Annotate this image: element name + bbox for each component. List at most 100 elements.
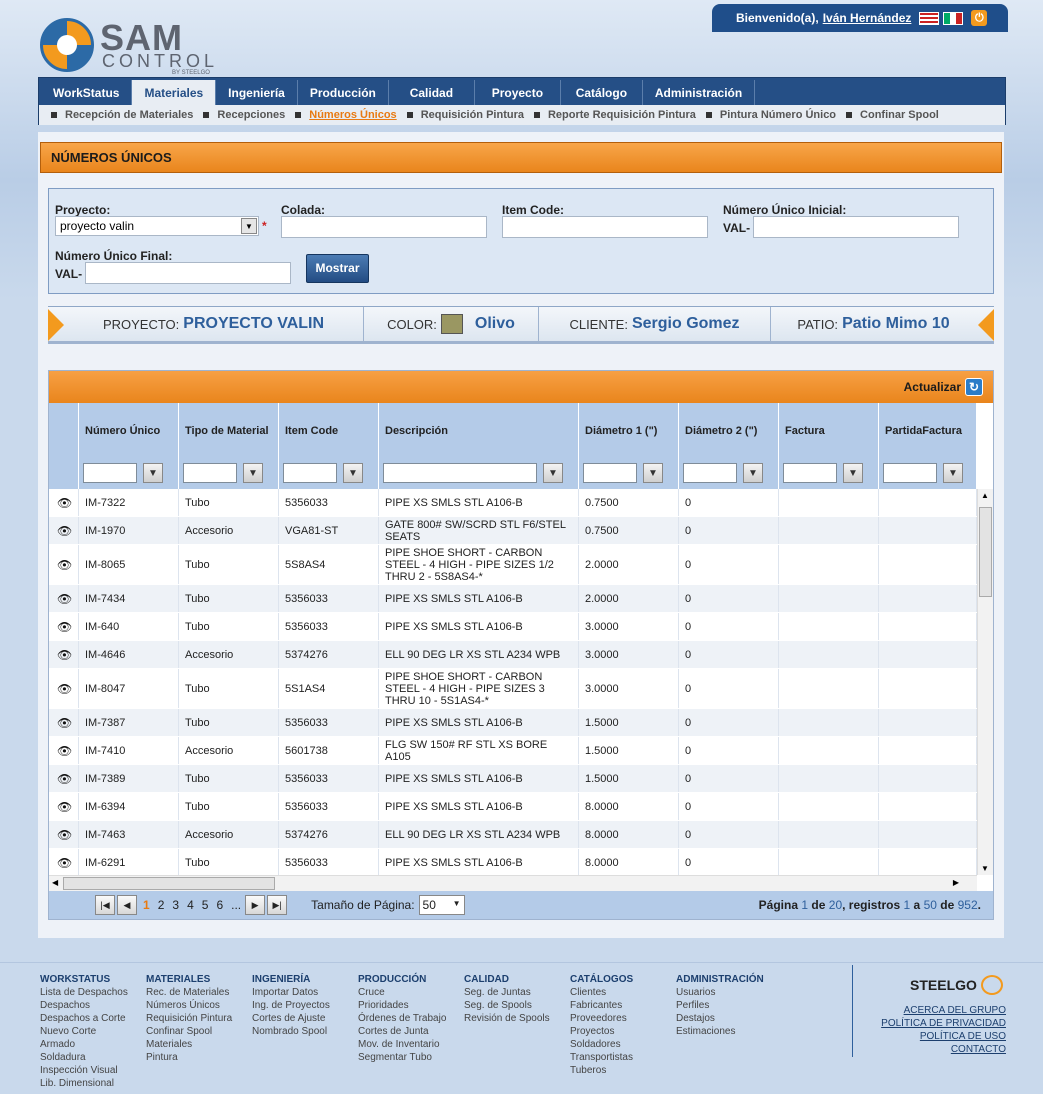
horizontal-scrollbar[interactable]: ◀ ▶ (49, 875, 977, 891)
view-eye-icon[interactable]: 👁 (49, 517, 79, 544)
view-eye-icon[interactable]: 👁 (49, 793, 79, 820)
header-label[interactable]: Tipo de Material (185, 417, 275, 445)
footer-link[interactable]: Segmentar Tubo (358, 1051, 446, 1064)
table-row[interactable]: 👁 IM-7387 Tubo 5356033 PIPE XS SMLS STL A106… (49, 709, 977, 737)
table-row[interactable]: 👁 IM-640 Tubo 5356033 PIPE XS SMLS STL A106-… (49, 613, 977, 641)
footer-link[interactable]: Mov. de Inventario (358, 1038, 446, 1051)
header-cell-tipo[interactable]: Tipo de Material ▼ (179, 403, 279, 489)
actualizar-link[interactable]: Actualizar (904, 380, 961, 394)
header-cell-nu[interactable]: Número Único ▼ (79, 403, 179, 489)
filter-icon[interactable]: ▼ (943, 463, 963, 483)
footer-link[interactable]: Cruce (358, 986, 446, 999)
column-filter-input[interactable] (183, 463, 237, 483)
table-row[interactable]: 👁 IM-7463 Accesorio 5374276 ELL 90 DEG LR XS… (49, 821, 977, 849)
nav-materiales[interactable]: Materiales (132, 80, 217, 106)
subnav-recepciones[interactable]: Recepciones (203, 109, 285, 121)
scroll-right-icon[interactable]: ▶ (953, 878, 959, 887)
nav-proyecto[interactable]: Proyecto (475, 80, 561, 106)
table-row[interactable]: 👁 IM-4646 Accesorio 5374276 ELL 90 DEG LR XS… (49, 641, 977, 669)
footer-link[interactable]: Despachos (40, 999, 128, 1012)
prev-page-icon[interactable]: ◀ (117, 895, 137, 915)
nu-inicial-input[interactable] (753, 216, 959, 238)
footer-link[interactable]: Soldadores (570, 1038, 633, 1051)
footer-link[interactable]: Nombrado Spool (252, 1025, 330, 1038)
nav-administracion[interactable]: Administración (643, 80, 756, 106)
page-number[interactable]: 4 (187, 898, 194, 912)
page-number[interactable]: 6 (216, 898, 223, 912)
nav-catalogo[interactable]: Catálogo (561, 80, 643, 106)
last-page-icon[interactable]: ▶| (267, 895, 288, 915)
footer-link[interactable]: Destajos (676, 1012, 764, 1025)
us-flag-icon[interactable] (919, 11, 940, 25)
footer-link[interactable]: Cortes de Ajuste (252, 1012, 330, 1025)
column-filter-input[interactable] (583, 463, 637, 483)
vertical-scrollbar[interactable]: ▲ ▼ (977, 489, 993, 875)
page-number[interactable]: 3 (172, 898, 179, 912)
footer-link[interactable]: Tuberos (570, 1064, 633, 1077)
footer-link[interactable]: Soldadura (40, 1051, 128, 1064)
footer-link[interactable]: Materiales (146, 1038, 232, 1051)
footer-link-acerca[interactable]: ACERCA DEL GRUPO (904, 1005, 1006, 1016)
colada-input[interactable] (281, 216, 487, 238)
view-eye-icon[interactable]: 👁 (49, 545, 79, 584)
subnav-recepcion-materiales[interactable]: Recepción de Materiales (51, 109, 193, 121)
footer-link[interactable]: Rec. de Materiales (146, 986, 232, 999)
header-cell-desc[interactable]: Descripción ▼ (379, 403, 579, 489)
next-page-icon[interactable]: ▶ (245, 895, 266, 915)
nav-produccion[interactable]: Producción (298, 80, 389, 106)
page-number[interactable]: 2 (158, 898, 165, 912)
header-label[interactable]: Número Único (85, 417, 175, 445)
footer-link[interactable]: Proveedores (570, 1012, 633, 1025)
mostrar-button[interactable]: Mostrar (306, 254, 369, 283)
page-number[interactable]: 5 (202, 898, 209, 912)
user-link[interactable]: Iván Hernández (823, 11, 912, 25)
header-cell-item[interactable]: Item Code ▼ (279, 403, 379, 489)
proyecto-select[interactable]: proyecto valin ▼ (55, 216, 259, 236)
footer-link[interactable]: Cortes de Junta (358, 1025, 446, 1038)
vertical-scroll-thumb[interactable] (979, 507, 992, 597)
footer-link[interactable]: Importar Datos (252, 986, 330, 999)
footer-link[interactable]: Estimaciones (676, 1025, 764, 1038)
refresh-icon[interactable]: ↻ (965, 378, 983, 396)
first-page-icon[interactable]: |◀ (95, 895, 115, 915)
footer-link[interactable]: Proyectos (570, 1025, 633, 1038)
mx-flag-icon[interactable] (943, 11, 964, 25)
view-eye-icon[interactable]: 👁 (49, 709, 79, 736)
filter-icon[interactable]: ▼ (843, 463, 863, 483)
footer-link[interactable]: Perfiles (676, 999, 764, 1012)
table-row[interactable]: 👁 IM-6291 Tubo 5356033 PIPE XS SMLS STL A106… (49, 849, 977, 875)
table-row[interactable]: 👁 IM-6394 Tubo 5356033 PIPE XS SMLS STL A106… (49, 793, 977, 821)
table-row[interactable]: 👁 IM-7389 Tubo 5356033 PIPE XS SMLS STL A106… (49, 765, 977, 793)
item-code-input[interactable] (502, 216, 708, 238)
horizontal-scroll-thumb[interactable] (63, 877, 275, 890)
footer-link[interactable]: Números Únicos (146, 999, 232, 1012)
nu-final-input[interactable] (85, 262, 291, 284)
nav-calidad[interactable]: Calidad (389, 80, 475, 106)
view-eye-icon[interactable]: 👁 (49, 849, 79, 875)
filter-icon[interactable]: ▼ (543, 463, 563, 483)
view-eye-icon[interactable]: 👁 (49, 613, 79, 640)
footer-link[interactable]: Confinar Spool (146, 1025, 232, 1038)
scroll-left-icon[interactable]: ◀ (52, 878, 58, 887)
footer-link[interactable]: Seg. de Spools (464, 999, 550, 1012)
filter-icon[interactable]: ▼ (243, 463, 263, 483)
table-row[interactable]: 👁 IM-8065 Tubo 5S8AS4 PIPE SHOE SHORT - CARB… (49, 545, 977, 585)
column-filter-input[interactable] (283, 463, 337, 483)
footer-link[interactable]: Inspección Visual (40, 1064, 128, 1077)
footer-link[interactable]: Armado (40, 1038, 128, 1051)
view-eye-icon[interactable]: 👁 (49, 489, 79, 516)
footer-link[interactable]: Revisión de Spools (464, 1012, 550, 1025)
header-label[interactable]: Diámetro 2 (") (685, 417, 775, 445)
footer-link-uso[interactable]: POLÍTICA DE USO (920, 1031, 1006, 1042)
footer-link[interactable]: Clientes (570, 986, 633, 999)
footer-link[interactable]: Fabricantes (570, 999, 633, 1012)
filter-icon[interactable]: ▼ (743, 463, 763, 483)
filter-icon[interactable]: ▼ (143, 463, 163, 483)
footer-link[interactable]: Lista de Despachos (40, 986, 128, 999)
table-row[interactable]: 👁 IM-1970 Accesorio VGA81-ST GATE 800# SW/SC… (49, 517, 977, 545)
filter-icon[interactable]: ▼ (343, 463, 363, 483)
header-label[interactable]: Diámetro 1 (") (585, 417, 675, 445)
scroll-down-icon[interactable]: ▼ (981, 864, 989, 873)
view-eye-icon[interactable]: 👁 (49, 821, 79, 848)
footer-link[interactable]: Órdenes de Trabajo (358, 1012, 446, 1025)
